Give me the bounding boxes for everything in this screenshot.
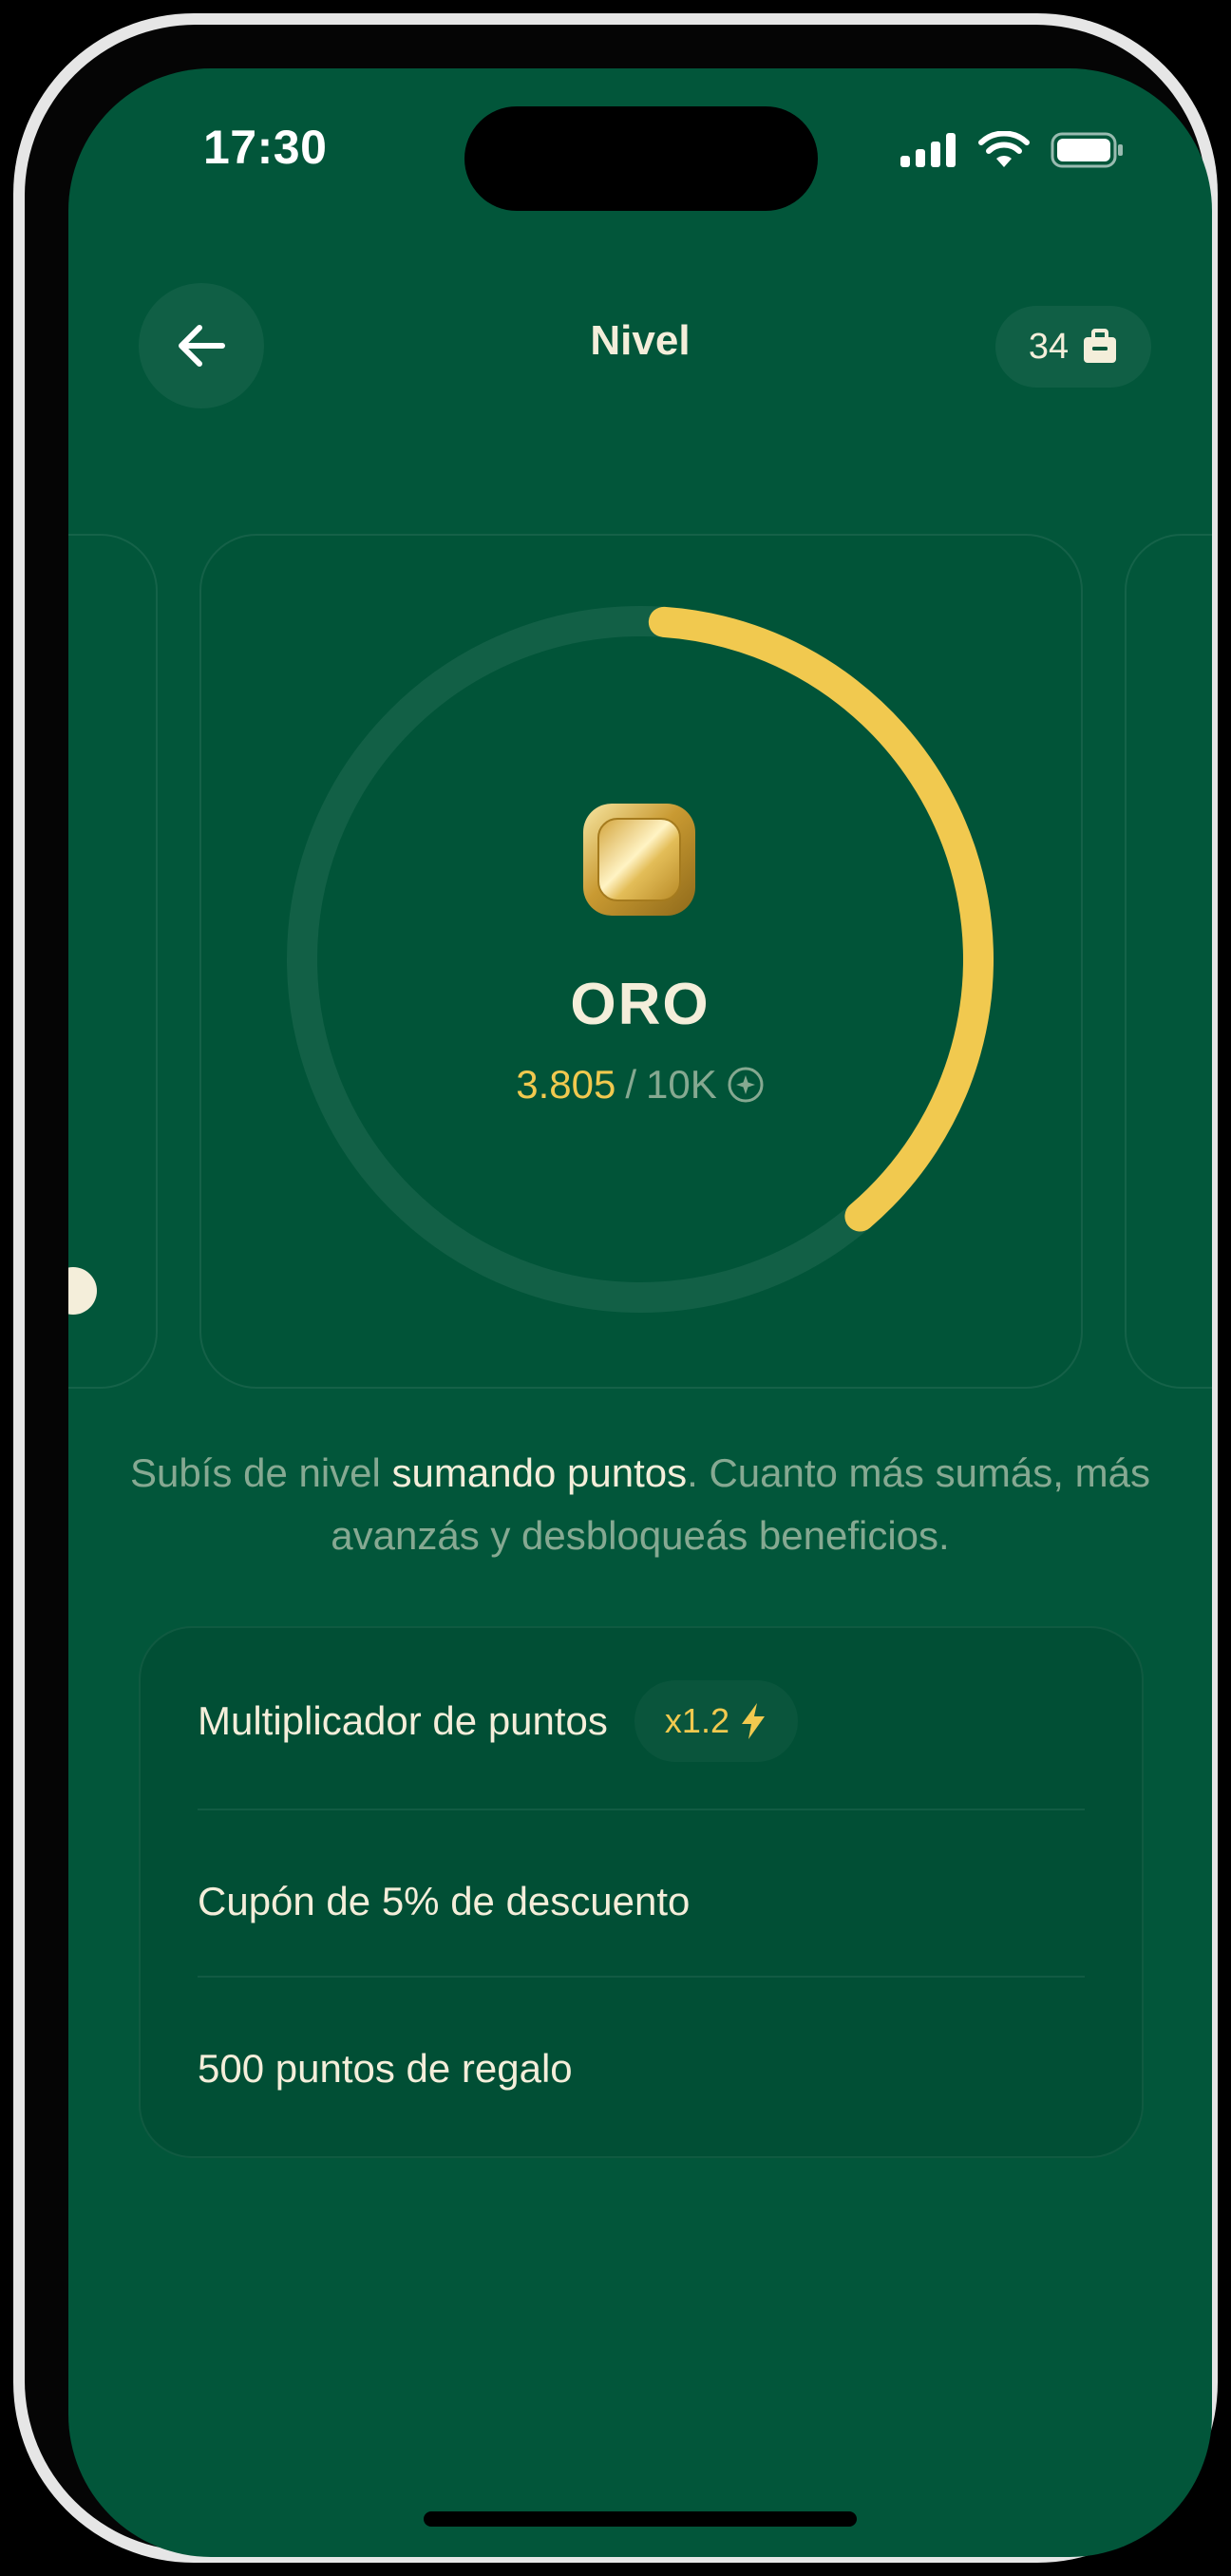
wallet-count: 34	[1028, 326, 1070, 367]
signal-icon	[900, 133, 956, 167]
home-indicator	[424, 2511, 857, 2527]
gold-badge-icon	[583, 804, 695, 916]
lightning-bolt-icon	[741, 1703, 765, 1739]
divider	[198, 1976, 1085, 1978]
benefit-row: Cupón de 5% de descuento	[198, 1818, 1085, 1985]
benefit-row: 500 puntos de regalo	[198, 1985, 1085, 2152]
description-highlight: sumando puntos	[391, 1450, 688, 1495]
benefit-label: Cupón de 5% de descuento	[198, 1879, 691, 1923]
benefit-label: 500 puntos de regalo	[198, 2046, 573, 2091]
app-screen: 17:30 Nivel 34 ORO 3.805 / 10K Subís de …	[68, 68, 1212, 2557]
multiplier-badge: x1.2	[634, 1680, 798, 1762]
level-progress-ring	[287, 606, 994, 1313]
device-frame: 17:30 Nivel 34 ORO 3.805 / 10K Subís de …	[13, 13, 1218, 2563]
points-goal: 10K	[646, 1062, 717, 1107]
star-circle-icon	[728, 1067, 764, 1103]
dynamic-island	[464, 106, 818, 211]
wifi-icon	[978, 131, 1030, 167]
battery-icon	[1051, 132, 1123, 168]
level-points: 3.805 / 10K	[68, 1062, 1212, 1108]
points-separator: /	[625, 1062, 637, 1107]
progress-arc	[648, 606, 994, 1232]
points-current: 3.805	[516, 1062, 616, 1107]
status-time: 17:30	[203, 121, 328, 174]
benefit-label: Multiplicador de puntos	[198, 1698, 608, 1743]
briefcase-icon	[1084, 329, 1117, 363]
level-description: Subís de nivel sumando puntos. Cuanto má…	[125, 1442, 1155, 1567]
multiplier-value: x1.2	[664, 1701, 729, 1740]
benefit-row: Multiplicador de puntos x1.2	[198, 1638, 1085, 1805]
next-level-card[interactable]	[1125, 534, 1212, 1389]
device-bezel: 17:30 Nivel 34 ORO 3.805 / 10K Subís de …	[25, 25, 1212, 2557]
previous-level-card[interactable]	[68, 534, 158, 1389]
divider	[198, 1809, 1085, 1810]
description-text: Subís de nivel	[130, 1450, 392, 1495]
status-icons	[900, 131, 1125, 169]
benefits-card: Multiplicador de puntos x1.2 Cupón de 5%…	[139, 1626, 1144, 2158]
level-name: ORO	[570, 972, 710, 1037]
wallet-button[interactable]: 34	[995, 306, 1151, 388]
